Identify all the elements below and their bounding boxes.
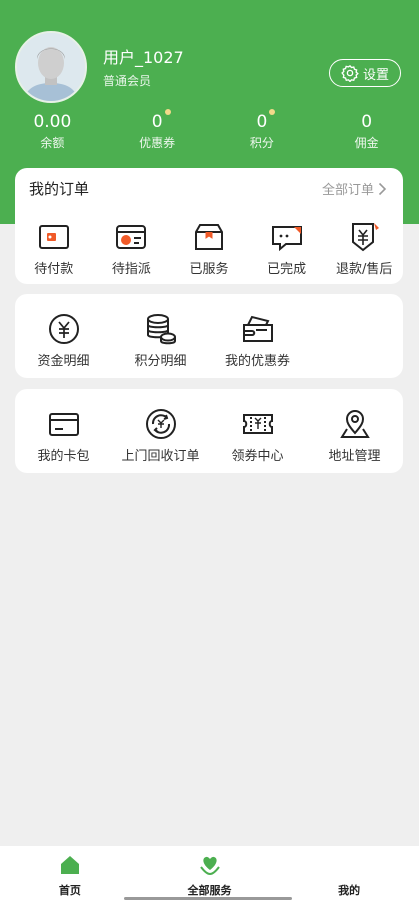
order-refund[interactable]: 退款/售后: [325, 220, 403, 277]
stat-label: 余额: [40, 136, 65, 150]
stat-value: 0: [361, 112, 373, 132]
avatar[interactable]: [15, 31, 87, 103]
stat-value: 0.00: [33, 112, 72, 132]
recycle-orders[interactable]: 上门回收订单: [112, 407, 209, 464]
address-management[interactable]: 地址管理: [306, 407, 403, 464]
coins-icon: [146, 314, 176, 345]
service-label: 领券中心: [231, 449, 284, 464]
yen-circle-icon: [48, 314, 79, 344]
stat-value: 0: [256, 112, 268, 132]
service-label: 地址管理: [328, 449, 381, 464]
stat-points[interactable]: 0 积分: [210, 109, 315, 152]
fund-details[interactable]: 资金明细: [15, 312, 112, 369]
order-label: 待付款: [34, 262, 74, 277]
points-details[interactable]: 积分明细: [112, 312, 209, 369]
service-label: 我的卡包: [37, 449, 90, 464]
stat-coupons[interactable]: 0 优惠券: [105, 109, 210, 152]
card-icon: [48, 413, 79, 436]
coupon-wallet-icon: [242, 315, 273, 342]
order-label: 退款/售后: [335, 262, 393, 277]
username: 用户_1027: [103, 48, 184, 67]
stats-row: 0.00 余额 0 优惠券 0 积分 0 佣金: [0, 109, 419, 152]
tab-label: 首页: [58, 884, 81, 897]
services-card: 我的卡包 上门回收订单 领券中心 地址管理: [15, 389, 403, 473]
bottom-tab-bar: 首页 全部服务 我的: [0, 846, 419, 903]
member-level: 普通会员: [103, 74, 152, 88]
order-label: 已完成: [267, 262, 307, 277]
coupon-center[interactable]: 领券中心: [209, 407, 306, 464]
location-pin-icon: [339, 410, 370, 438]
tab-home[interactable]: 首页: [0, 846, 140, 903]
order-pending-assign[interactable]: 待指派: [93, 220, 171, 277]
notification-dot: [164, 109, 171, 115]
assets-card: 资金明细 积分明细 我的优惠券: [15, 294, 403, 378]
recycle-yen-icon: [145, 409, 176, 439]
tab-label: 我的: [338, 884, 361, 897]
all-orders-label: 全部订单: [321, 183, 374, 198]
order-label: 待指派: [111, 262, 151, 277]
service-label: 上门回收订单: [121, 449, 200, 464]
my-coupons[interactable]: 我的优惠券: [209, 312, 306, 369]
settings-button[interactable]: 设置: [329, 59, 401, 87]
tab-mine[interactable]: 我的: [279, 846, 419, 903]
tab-label: 全部服务: [187, 884, 232, 897]
asset-label: 积分明细: [134, 354, 187, 369]
order-label: 已服务: [189, 262, 229, 277]
orders-title: 我的订单: [29, 180, 90, 198]
refund-shield-icon: [352, 223, 380, 252]
stat-label: 佣金: [354, 136, 379, 150]
notification-dot: [269, 109, 276, 115]
stat-balance[interactable]: 0.00 余额: [0, 110, 105, 152]
settings-label: 设置: [362, 67, 389, 83]
package-icon: [194, 224, 223, 250]
wallet-icon: [38, 225, 69, 249]
order-completed[interactable]: 已完成: [248, 220, 326, 277]
stat-label: 优惠券: [139, 136, 176, 150]
tab-all-services[interactable]: 全部服务: [140, 846, 280, 903]
home-indicator: [124, 897, 292, 900]
message-check-icon: [271, 226, 302, 252]
order-pending-payment[interactable]: 待付款: [15, 220, 93, 277]
all-orders-link[interactable]: 全部订单: [322, 179, 387, 198]
heart-hand-icon: [199, 856, 220, 876]
chevron-right-icon: [378, 182, 387, 195]
my-orders-card: 我的订单 全部订单 待付款 待指派 已服务 已完成 退款/售后: [15, 168, 403, 284]
asset-label: 资金明细: [37, 354, 90, 369]
card-clock-icon: [116, 225, 147, 249]
stat-label: 积分: [249, 136, 274, 150]
stat-commission[interactable]: 0 佣金: [314, 110, 419, 152]
order-served[interactable]: 已服务: [170, 220, 248, 277]
asset-label: 我的优惠券: [224, 354, 290, 369]
my-card-wallet[interactable]: 我的卡包: [15, 407, 112, 464]
stat-value: 0: [151, 112, 163, 132]
home-icon: [60, 856, 79, 874]
ticket-icon: [242, 414, 273, 434]
gear-icon: [341, 65, 359, 82]
